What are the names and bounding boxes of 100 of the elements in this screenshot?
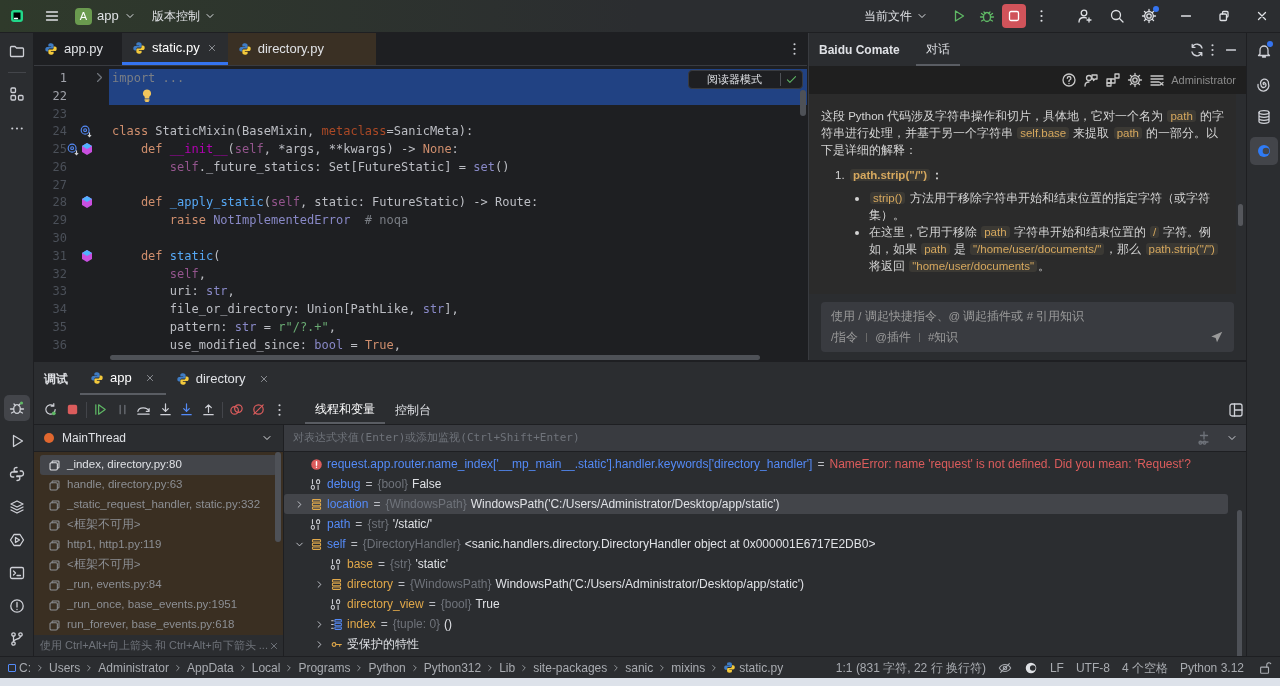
bug-button[interactable] xyxy=(3,395,30,421)
interpreter-setting[interactable]: Python 3.12 xyxy=(1179,658,1244,677)
variable-row[interactable]: directory_view = {bool} True xyxy=(284,594,1228,614)
more-icon[interactable] xyxy=(1211,43,1214,56)
stack-frame[interactable]: _index, directory.py:80 xyxy=(40,455,277,475)
binary-icon xyxy=(310,477,323,491)
frame-icon xyxy=(48,518,61,532)
binary-icon xyxy=(330,557,343,571)
breadcrumb[interactable]: AppData xyxy=(187,658,234,677)
implements-marker-icon[interactable] xyxy=(81,249,93,262)
variable-row[interactable]: index = {tuple: 0} () xyxy=(284,614,1228,634)
python-file-icon xyxy=(237,42,252,56)
minimize-icon[interactable] xyxy=(1226,48,1236,51)
code-line: def __init__(self, *args, **kwargs) -> None: xyxy=(139,141,460,158)
comate-button[interactable] xyxy=(1249,137,1278,165)
stack-frame[interactable]: <框架不可用> xyxy=(40,555,277,575)
tab-label: app xyxy=(110,368,132,387)
plugins-icon[interactable] xyxy=(1105,72,1122,88)
debug-view-tab[interactable]: 控制台 xyxy=(384,395,441,424)
variable-row[interactable]: 受保护的特性 xyxy=(284,634,1228,654)
stack-frame[interactable]: _run_once, base_events.py:1951 xyxy=(40,595,277,615)
history-list-icon[interactable] xyxy=(1149,72,1166,88)
file-encoding[interactable]: UTF-8 xyxy=(1075,658,1110,677)
overridden-marker-icon[interactable] xyxy=(79,124,93,139)
frame-icon xyxy=(48,478,61,492)
run-config-selector[interactable]: 当前文件 xyxy=(864,7,928,25)
mute-breakpoints-icon xyxy=(250,402,266,417)
implements-marker-icon[interactable] xyxy=(81,196,93,209)
breadcrumb[interactable]: sanic xyxy=(625,658,654,677)
refresh-icon[interactable] xyxy=(1189,41,1205,58)
breadcrumb[interactable]: Local xyxy=(251,658,281,677)
breadcrumb[interactable]: C: xyxy=(19,658,31,677)
breadcrumb[interactable]: site-packages xyxy=(533,658,608,677)
database-icon xyxy=(1255,109,1272,125)
variable-row[interactable]: self = {DirectoryHandler} <sanic.handlers.directory.DirectoryHandler object at 0x000001E6717E2DB0> xyxy=(284,534,1228,554)
editor-tab[interactable]: directory.py xyxy=(227,33,376,65)
chat-scrollbar[interactable] xyxy=(1238,204,1243,226)
reader-mode-badge[interactable]: 阅读器模式 xyxy=(688,70,803,89)
project-selector[interactable]: A app xyxy=(75,3,136,29)
stack-frame[interactable]: <框架不可用> xyxy=(40,515,277,535)
overridden-marker-icon[interactable] xyxy=(66,142,80,157)
hidden-eye-icon[interactable] xyxy=(997,660,1012,675)
implements-marker-icon[interactable] xyxy=(81,143,93,156)
crescent-icon[interactable] xyxy=(1023,660,1038,675)
line-number: 1 xyxy=(58,69,67,87)
line-ending[interactable]: LF xyxy=(1049,658,1064,677)
vertical-scrollbar[interactable] xyxy=(800,90,806,116)
frames-scrollbar[interactable] xyxy=(275,452,281,542)
breadcrumb[interactable]: static.py xyxy=(723,658,784,677)
breadcrumb[interactable]: Users xyxy=(49,658,81,677)
stack-frame[interactable]: _static_request_handler, static.py:332 xyxy=(40,495,277,515)
variable-row[interactable]: directory = {WindowsPath} WindowsPath('C:/Users/Administrator/Desktop/app/static') xyxy=(284,574,1228,594)
input-placeholder: 使用 / 调起快捷指令、@ 调起插件或 # 引用知识 xyxy=(831,309,1086,324)
line-number: 22 xyxy=(51,87,67,105)
code-line: def _apply_static(self, static: FutureStatic) -> Route: xyxy=(139,194,540,212)
breadcrumb[interactable]: Administrator xyxy=(98,658,170,677)
tab-label: directory.py xyxy=(257,40,324,59)
debug-session-tab[interactable]: directory xyxy=(165,362,280,395)
breadcrumb[interactable]: mixins xyxy=(671,658,706,677)
breadcrumb[interactable]: Python312 xyxy=(423,658,482,677)
stack-frame[interactable]: _run, events.py:84 xyxy=(40,575,277,595)
code-line: self._future_statics: Set[FutureStatic] = set() xyxy=(168,158,511,176)
stop-button[interactable] xyxy=(1002,4,1026,28)
variable-row[interactable]: path = {str} '/static/' xyxy=(284,514,1228,534)
stack-frame[interactable]: handle, directory.py:63 xyxy=(40,475,277,495)
shortcut-chip[interactable]: @插件 xyxy=(875,328,911,346)
indent-setting[interactable]: 4 个空格 xyxy=(1121,658,1168,677)
debug-session-tab[interactable]: app xyxy=(80,362,166,395)
more-icon xyxy=(1039,10,1043,22)
editor-tab[interactable]: static.py xyxy=(122,33,228,65)
help-icon[interactable] xyxy=(1061,72,1078,88)
binary-icon xyxy=(330,597,343,611)
lightbulb-icon[interactable] xyxy=(142,89,152,103)
app-logo-icon[interactable] xyxy=(9,8,25,24)
shortcut-chip[interactable]: #知识 xyxy=(927,328,959,346)
navigation-hint: 使用 Ctrl+Alt+向上箭头 和 Ctrl+Alt+向下箭头 ... xyxy=(40,638,268,654)
object-icon xyxy=(310,497,323,511)
breadcrumb[interactable]: Python xyxy=(368,658,406,677)
step-into-my-code-icon xyxy=(179,402,195,417)
agent-icon[interactable] xyxy=(1083,72,1100,88)
variable-row[interactable]: base = {str} 'static' xyxy=(284,554,1228,574)
breadcrumb[interactable]: Programs xyxy=(298,658,351,677)
settings-icon[interactable] xyxy=(1127,72,1144,88)
stack-frame[interactable]: http1, http1.py:119 xyxy=(40,535,277,555)
cursor-position[interactable]: 1:1 (831 字符, 22 行 换行符) xyxy=(835,658,986,677)
vcs-menu[interactable]: 版本控制 xyxy=(151,7,216,25)
shortcut-chip[interactable]: /指令 xyxy=(831,328,859,346)
bug-icon xyxy=(8,400,25,416)
lock-icon[interactable] xyxy=(1258,660,1272,675)
chat-input[interactable]: 使用 / 调起快捷指令、@ 调起插件或 # 引用知识 /指令 @插件 #知识 xyxy=(821,302,1234,352)
stack-frame[interactable]: run_forever, base_events.py:618 xyxy=(40,615,277,635)
layout-icon[interactable] xyxy=(1228,401,1244,418)
variables-scrollbar[interactable] xyxy=(1237,510,1242,656)
list-number: 1. xyxy=(835,168,846,183)
layers-icon xyxy=(8,499,25,515)
variable-row[interactable]: request.app.router.name_index['__mp_main__.static'].handler.keywords['directory_handler'] = NameError: name 'request' is not defined. Did you mean: 'Request'? xyxy=(284,454,1228,474)
breadcrumb[interactable]: Lib xyxy=(499,658,516,677)
editor-tab[interactable]: app.py xyxy=(34,33,122,65)
variable-row[interactable]: debug = {bool} False xyxy=(284,474,1228,494)
horizontal-scrollbar[interactable] xyxy=(110,355,760,360)
